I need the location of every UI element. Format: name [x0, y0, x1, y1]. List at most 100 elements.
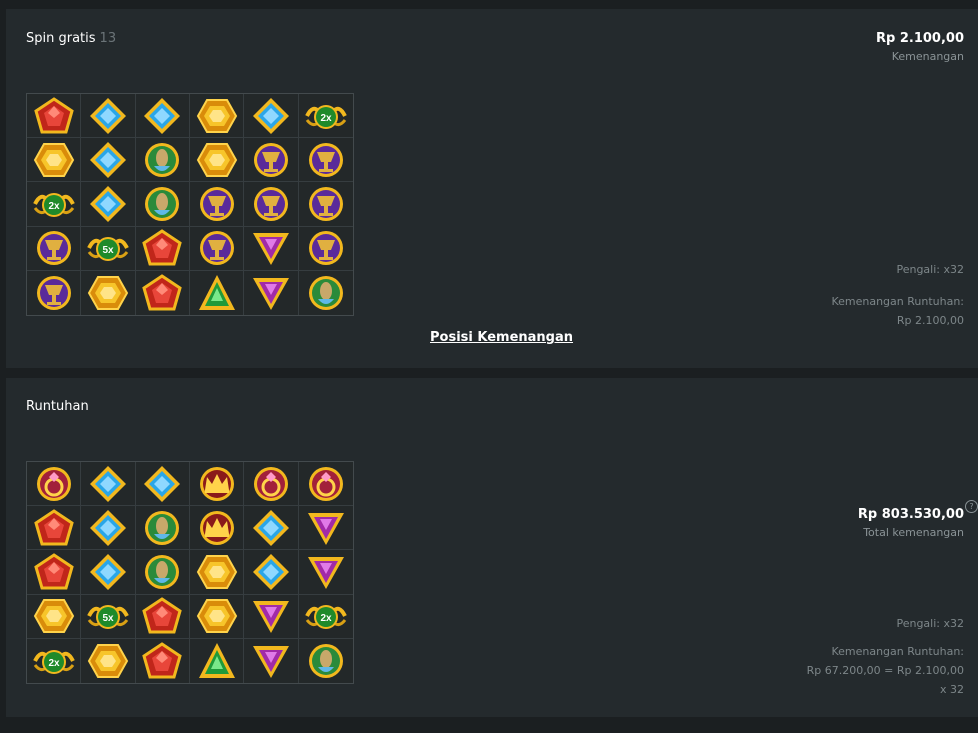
mult-2x-icon: 2x [32, 192, 75, 217]
purple-chalice-icon [308, 186, 343, 221]
grid-cell [135, 94, 190, 139]
grid-cell [135, 138, 190, 183]
purple-triangle-icon [252, 233, 289, 266]
grid-cell [244, 182, 299, 227]
red-pentagon-icon [33, 96, 74, 134]
blue-diamond-icon [144, 97, 181, 134]
grid-cell [81, 550, 136, 595]
grid-cell [244, 506, 299, 551]
grid-cell [135, 594, 190, 639]
cascade-win-label: Kemenangan Runtuhan: [831, 645, 964, 658]
grid-cell: 5x [81, 594, 136, 639]
grid-cell [189, 550, 245, 595]
mult-2x-icon: 2x [32, 649, 75, 674]
red-crown-icon [199, 466, 234, 501]
blue-diamond-icon [144, 465, 181, 502]
grid-cell: 2x [298, 595, 353, 639]
mult-2x-icon: 2x [305, 104, 347, 129]
grid-cell [244, 138, 299, 183]
green-triangle-icon [198, 642, 235, 678]
grid-cell [244, 94, 299, 139]
grid-cell [189, 462, 245, 507]
grid-cell: 2x [27, 182, 82, 227]
free-spin-title: Spin gratis 13 [26, 31, 116, 46]
grid-cell [189, 594, 245, 639]
grid-cell: 2x [27, 638, 82, 683]
green-orb-icon [308, 275, 343, 310]
grid-cell: 2x [298, 94, 353, 139]
svg-text:2x: 2x [320, 613, 332, 624]
free-spin-label: Spin gratis [26, 31, 96, 46]
green-orb-icon [145, 554, 180, 589]
purple-chalice-icon [253, 142, 288, 177]
green-orb-icon [308, 643, 343, 678]
red-ring-icon [308, 466, 343, 501]
red-pentagon-icon [33, 508, 74, 546]
free-spin-reel-grid: 2x 2x 5x [26, 93, 354, 316]
purple-triangle-icon [252, 645, 289, 678]
red-ring-icon [253, 466, 288, 501]
grid-cell [189, 226, 245, 271]
grid-cell: 5x [81, 226, 136, 271]
grid-cell [244, 270, 299, 315]
purple-chalice-icon [308, 231, 343, 266]
grid-cell [136, 270, 190, 315]
purple-triangle-icon [307, 556, 344, 589]
grid-cell [244, 550, 299, 595]
svg-text:5x: 5x [102, 245, 114, 256]
cascade-panel: Runtuhan 5x 2x 2x ? Rp 803.530,00 Total ke… [6, 378, 978, 717]
svg-text:2x: 2x [48, 658, 60, 669]
total-win-label: Total kemenangan [863, 526, 964, 539]
blue-diamond-icon [89, 141, 126, 178]
grid-cell [81, 638, 136, 683]
blue-diamond-icon [89, 553, 126, 590]
blue-diamond-icon [89, 185, 126, 222]
free-spin-multiplier: Pengali: x32 [896, 263, 964, 276]
cascade-win-value: Rp 67.200,00 = Rp 2.100,00 [806, 664, 964, 677]
yellow-hexagon-icon [33, 142, 74, 177]
cascade-reel-grid: 5x 2x 2x [26, 461, 354, 684]
grid-cell [244, 594, 299, 639]
purple-chalice-icon [36, 231, 71, 266]
grid-cell [189, 94, 245, 139]
free-spin-win-label: Kemenangan [891, 50, 964, 63]
grid-cell [189, 506, 245, 551]
grid-cell [299, 271, 353, 315]
red-pentagon-icon [33, 553, 74, 590]
svg-text:2x: 2x [320, 113, 332, 124]
blue-diamond-icon [89, 509, 126, 546]
free-spin-panel: Spin gratis 13 Rp 2.100,00 Kemenangan 2x 2… [6, 9, 978, 368]
purple-chalice-icon [253, 186, 288, 221]
cascade-win-multiplier: x 32 [939, 683, 964, 696]
purple-triangle-icon [252, 277, 289, 310]
red-ring-icon [36, 466, 71, 501]
yellow-hexagon-icon [196, 98, 237, 133]
grid-cell [27, 226, 82, 271]
grid-cell [27, 506, 82, 551]
grid-cell [81, 94, 136, 139]
grid-cell [244, 638, 299, 683]
blue-diamond-icon [89, 465, 126, 502]
grid-cell [135, 550, 190, 595]
winning-positions-link[interactable]: Posisi Kemenangan [430, 330, 573, 345]
purple-triangle-icon [252, 601, 289, 634]
yellow-hexagon-icon [87, 275, 129, 310]
blue-diamond-icon [252, 97, 289, 134]
green-orb-icon [145, 142, 180, 177]
grid-cell [244, 226, 299, 271]
grid-cell [135, 506, 190, 551]
red-pentagon-icon [142, 597, 183, 634]
svg-text:5x: 5x [102, 613, 114, 624]
yellow-hexagon-icon [196, 554, 237, 589]
help-icon[interactable]: ? [965, 500, 978, 513]
grid-cell [298, 462, 353, 507]
red-pentagon-icon [142, 229, 183, 266]
green-orb-icon [145, 510, 180, 545]
grid-cell [190, 270, 245, 315]
yellow-hexagon-icon [196, 599, 237, 634]
grid-cell [136, 638, 190, 683]
grid-cell [190, 638, 245, 683]
total-win-amount: Rp 803.530,00 [857, 507, 964, 522]
red-pentagon-icon [142, 642, 183, 679]
grid-cell [135, 462, 190, 507]
